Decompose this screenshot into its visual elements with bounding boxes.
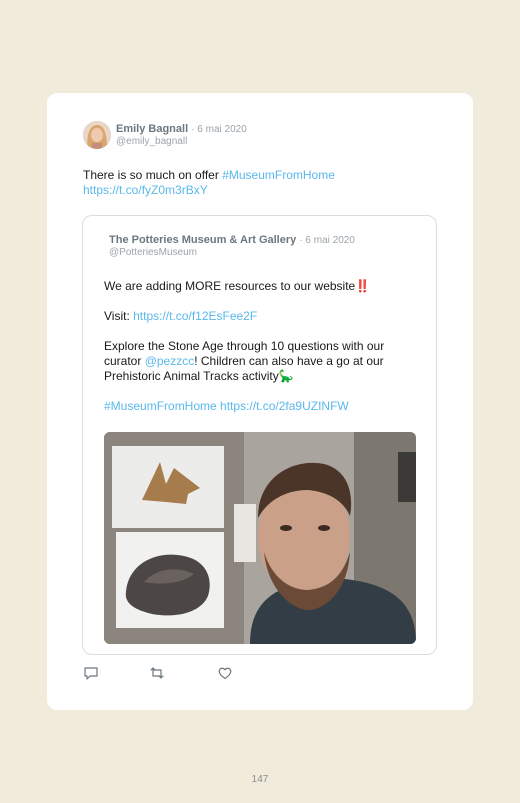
tweet-text-body: There is so much on offer [83, 168, 223, 182]
visit-link[interactable]: https://t.co/f12EsFee2F [133, 309, 257, 323]
quote-line1: We are adding MORE resources to our webs… [104, 279, 424, 294]
tweet-date: · 6 mai 2020 [191, 124, 247, 135]
quote-explore: Explore the Stone Age through 10 questio… [104, 339, 424, 384]
quote-author-handle: @PotteriesMuseum [109, 247, 197, 258]
quote-author-name-text[interactable]: The Potteries Museum & Art Gallery [109, 234, 296, 246]
quote-author-name[interactable]: The Potteries Museum & Art Gallery · 6 m… [109, 234, 355, 246]
author-name[interactable]: Emily Bagnall · 6 mai 2020 [116, 123, 247, 135]
author-handle: @emily_bagnall [116, 136, 188, 147]
tweet-actions [83, 665, 283, 681]
quote-text: We are adding MORE resources to our webs… [104, 279, 424, 429]
quoted-tweet[interactable]: The Potteries Museum & Art Gallery · 6 m… [82, 215, 437, 655]
double-exclamation-icon: ‼️ [355, 279, 371, 293]
quote-links: #MuseumFromHome https://t.co/2fa9UZINFW [104, 399, 424, 414]
video-thumbnail[interactable] [104, 432, 416, 644]
quote-date: · 6 mai 2020 [299, 235, 355, 246]
hashtag-link[interactable]: #MuseumFromHome [222, 168, 335, 182]
heart-icon[interactable] [217, 665, 233, 681]
tweet-card: Emily Bagnall · 6 mai 2020 @emily_bagnal… [47, 93, 473, 710]
visit-label: Visit: [104, 309, 134, 323]
author-name-text[interactable]: Emily Bagnall [116, 123, 188, 135]
page-number: 147 [251, 774, 269, 785]
mention-link[interactable]: @pezzcc [145, 354, 195, 368]
retweet-icon[interactable] [149, 665, 165, 681]
quote-hashtag-link[interactable]: #MuseumFromHome [104, 399, 217, 413]
quote-visit: Visit: https://t.co/f12EsFee2F [104, 309, 424, 324]
quote-line1-text: We are adding MORE resources to our webs… [104, 279, 356, 293]
reply-icon[interactable] [83, 665, 99, 681]
quote-link2[interactable]: https://t.co/2fa9UZINFW [220, 399, 349, 413]
dinosaur-icon: 🦕 [278, 369, 294, 383]
tweet-link[interactable]: https://t.co/fyZ0m3rBxY [83, 183, 208, 197]
tweet-text: There is so much on offer #MuseumFromHom… [83, 168, 413, 198]
avatar[interactable] [83, 121, 111, 149]
